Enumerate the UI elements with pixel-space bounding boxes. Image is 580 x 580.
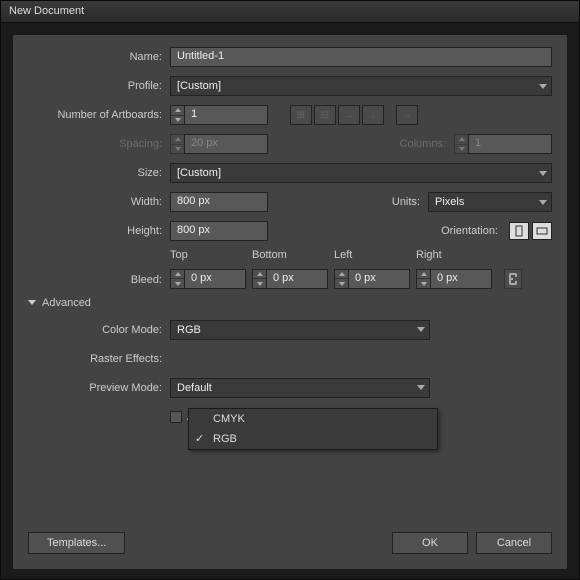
orientation-label: Orientation: <box>441 225 506 237</box>
height-label: Height: <box>28 225 170 237</box>
bleed-bottom-label: Bottom <box>252 249 328 261</box>
profile-label: Profile: <box>28 80 170 92</box>
preview-label: Preview Mode: <box>28 382 170 394</box>
window-title: New Document <box>9 5 84 17</box>
new-document-dialog: New Document Name: Untitled-1 Profile: [… <box>0 0 580 580</box>
bleed-right-stepper[interactable]: 0 px <box>416 269 492 289</box>
width-input[interactable]: 800 px <box>170 192 268 212</box>
grid-col-icon: ⊟ <box>314 105 336 125</box>
colormode-label: Color Mode: <box>28 324 170 336</box>
orientation-landscape[interactable] <box>532 222 552 240</box>
profile-select[interactable]: [Custom] <box>170 76 552 96</box>
bleed-label: Bleed: <box>28 274 170 289</box>
link-icon[interactable] <box>504 269 522 289</box>
columns-stepper: 1 <box>454 134 552 154</box>
dialog-body: Name: Untitled-1 Profile: [Custom] Numbe… <box>13 35 567 569</box>
triangle-down-icon <box>28 300 36 305</box>
advanced-toggle[interactable]: Advanced <box>28 297 552 309</box>
name-label: Name: <box>28 51 170 63</box>
artboards-stepper[interactable]: 1 <box>170 105 268 125</box>
check-icon: ✓ <box>195 432 204 445</box>
popup-item-rgb[interactable]: ✓RGB <box>189 429 437 449</box>
grid-row-icon: ⊞ <box>290 105 312 125</box>
chevron-down-icon <box>417 385 425 390</box>
artboards-label: Number of Artboards: <box>28 109 170 121</box>
height-input[interactable]: 800 px <box>170 221 268 241</box>
colormode-popup: CMYK ✓RGB <box>188 408 438 450</box>
chevron-down-icon <box>539 200 547 205</box>
templates-button[interactable]: Templates... <box>28 532 125 554</box>
chevron-down-icon <box>539 171 547 176</box>
bleed-top-stepper[interactable]: 0 px <box>170 269 246 289</box>
units-select[interactable]: Pixels <box>428 192 552 212</box>
chevron-down-icon <box>539 84 547 89</box>
bleed-right-label: Right <box>416 249 492 261</box>
cancel-button[interactable]: Cancel <box>476 532 552 554</box>
bleed-bottom-stepper[interactable]: 0 px <box>252 269 328 289</box>
arrow-change-icon: → <box>396 105 418 125</box>
align-checkbox[interactable] <box>170 411 182 423</box>
popup-item-cmyk[interactable]: CMYK <box>189 409 437 429</box>
spacing-stepper: 20 px <box>170 134 268 154</box>
size-label: Size: <box>28 167 170 179</box>
preview-select[interactable]: Default <box>170 378 430 398</box>
arrow-right-icon: → <box>338 105 360 125</box>
ok-button[interactable]: OK <box>392 532 468 554</box>
bleed-left-stepper[interactable]: 0 px <box>334 269 410 289</box>
chevron-down-icon <box>417 327 425 332</box>
bleed-left-label: Left <box>334 249 410 261</box>
spacing-label: Spacing: <box>28 138 170 150</box>
size-select[interactable]: [Custom] <box>170 163 552 183</box>
bleed-top-label: Top <box>170 249 246 261</box>
colormode-select[interactable]: RGB <box>170 320 430 340</box>
orientation-portrait[interactable] <box>509 222 529 240</box>
titlebar[interactable]: New Document <box>1 1 579 23</box>
columns-label: Columns: <box>400 138 454 150</box>
units-label: Units: <box>392 196 428 208</box>
name-input[interactable]: Untitled-1 <box>170 47 552 67</box>
raster-label: Raster Effects: <box>28 353 170 365</box>
arrow-down-icon: ↓ <box>362 105 384 125</box>
width-label: Width: <box>28 196 170 208</box>
